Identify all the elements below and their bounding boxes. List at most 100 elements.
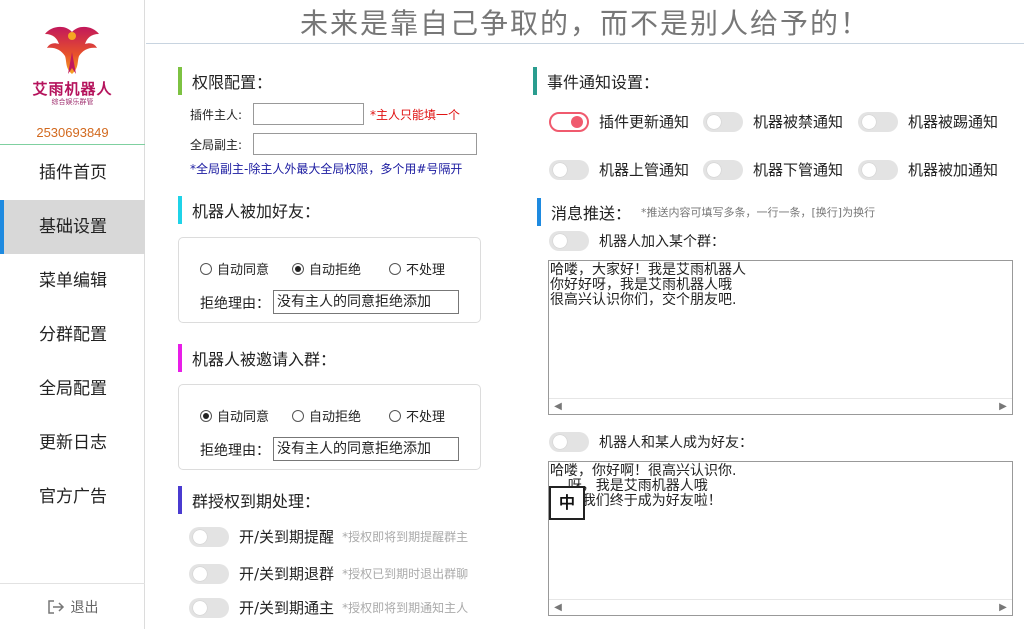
toggle-label: 机器人和某人成为好友： — [599, 435, 753, 451]
toggle-label: 机器上管通知 — [599, 161, 690, 179]
logout-icon — [47, 599, 64, 614]
sidebar-item-official-ads[interactable]: 官方广告 — [0, 470, 145, 524]
logout-button[interactable]: 退出 — [0, 583, 145, 629]
friend-add-radio-ignore[interactable]: 不处理 — [389, 259, 445, 278]
qq-number: 2530693849 — [36, 125, 109, 140]
sidebar-item-global-config[interactable]: 全局配置 — [0, 362, 145, 416]
toggle-switch — [549, 231, 589, 251]
sidebar-item-changelog[interactable]: 更新日志 — [0, 416, 145, 470]
toggle-label: 开/关到期退群 — [239, 565, 335, 583]
join-group-message-textarea[interactable]: 哈喽，大家好！我是艾雨机器人 你好好呀，我是艾雨机器人哦 很高兴认识你们，交个朋… — [548, 260, 1013, 415]
radio-circle — [292, 409, 304, 422]
permission-section-title: 权限配置： — [178, 67, 272, 95]
section-bar — [178, 344, 182, 372]
radio-circle — [292, 262, 304, 275]
scroll-right-icon[interactable]: ▶ — [996, 400, 1010, 414]
toggle-switch — [189, 526, 229, 547]
friend-add-radio-reject[interactable]: 自动拒绝 — [292, 259, 361, 278]
events-title: 事件通知设置： — [547, 73, 660, 92]
group-invite-reason-label: 拒绝理由： — [200, 443, 270, 459]
expiry-section-title: 群授权到期处理： — [178, 486, 320, 514]
ime-indicator[interactable]: 中 — [549, 486, 585, 520]
logout-label: 退出 — [70, 599, 99, 616]
friend-add-reason-label: 拒绝理由： — [200, 296, 270, 312]
sidebar-item-group-config[interactable]: 分群配置 — [0, 308, 145, 362]
sidebar-nav: 插件首页 基础设置 菜单编辑 分群配置 全局配置 更新日志 官方广告 — [0, 146, 145, 524]
toggle-label: 机器被加通知 — [908, 161, 999, 179]
push-hint: *推送内容可填写多条，一行一条，[换行]为换行 — [641, 206, 876, 219]
push-title: 消息推送： — [551, 204, 632, 223]
friend-add-title: 机器人被加好友： — [192, 202, 321, 221]
friend-add-reason-input[interactable]: 没有主人的同意拒绝添加 — [273, 290, 459, 314]
event-bot-added-toggle[interactable]: 机器被加通知 — [858, 159, 998, 180]
event-bot-admin-down-toggle[interactable]: 机器下管通知 — [703, 159, 843, 180]
section-bar — [537, 198, 541, 226]
horizontal-scrollbar[interactable]: ◀ ▶ — [549, 398, 1012, 414]
section-bar — [178, 486, 182, 514]
permission-title: 权限配置： — [192, 73, 273, 92]
owner-input[interactable] — [253, 103, 364, 125]
toggle-switch — [549, 432, 589, 452]
group-invite-radio-reject[interactable]: 自动拒绝 — [292, 406, 361, 425]
logo-subtitle: 综合娱乐群管 — [51, 98, 94, 106]
app-window: 艾雨机器人 综合娱乐群管 2530693849 插件首页 基础设置 菜单编辑 分… — [0, 0, 1024, 629]
toggle-label: 插件更新通知 — [599, 113, 690, 131]
deputy-note: *全局副主-除主人外最大全局权限，多个用#号隔开 — [190, 162, 463, 176]
deputy-input[interactable] — [253, 133, 477, 155]
phoenix-logo-icon — [45, 26, 99, 74]
scroll-left-icon[interactable]: ◀ — [551, 400, 565, 414]
expiry-notify-owner-toggle[interactable]: 开/关到期通主 *授权即将到期通知主人 — [189, 597, 468, 618]
radio-circle — [200, 409, 212, 422]
toggle-label: 机器下管通知 — [753, 161, 844, 179]
event-plugin-update-toggle[interactable]: 插件更新通知 — [549, 111, 689, 132]
radio-label: 自动同意 — [217, 263, 270, 278]
page-title: 未来是靠自己争取的，而不是别人给予的！ — [146, 0, 1024, 44]
friend-add-radio-agree[interactable]: 自动同意 — [200, 259, 269, 278]
toggle-switch — [549, 159, 589, 180]
toggle-switch — [703, 159, 743, 180]
push-join-group-toggle[interactable]: 机器人加入某个群： — [549, 231, 725, 251]
toggle-switch — [703, 111, 743, 132]
push-new-friend-toggle[interactable]: 机器人和某人成为好友： — [549, 432, 753, 452]
toggle-label: 开/关到期提醒 — [239, 528, 335, 546]
sidebar: 艾雨机器人 综合娱乐群管 2530693849 插件首页 基础设置 菜单编辑 分… — [0, 0, 145, 629]
radio-label: 不处理 — [406, 263, 446, 278]
radio-label: 自动同意 — [217, 410, 270, 425]
toggle-switch — [189, 563, 229, 584]
expiry-remind-toggle[interactable]: 开/关到期提醒 *授权即将到期提醒群主 — [189, 526, 468, 547]
section-bar — [178, 67, 182, 95]
toggle-switch — [858, 111, 898, 132]
group-invite-radio-ignore[interactable]: 不处理 — [389, 406, 445, 425]
group-invite-radio-agree[interactable]: 自动同意 — [200, 406, 269, 425]
sidebar-item-basic-settings[interactable]: 基础设置 — [0, 200, 145, 254]
logo-name: 艾雨机器人 — [32, 80, 113, 98]
textarea-content: 哈喽，大家好！我是艾雨机器人 你好好呀，我是艾雨机器人哦 很高兴认识你们，交个朋… — [550, 262, 746, 308]
horizontal-scrollbar[interactable]: ◀ ▶ — [549, 599, 1012, 615]
new-friend-message-textarea[interactable]: 哈喽，你好啊！很高兴认识你. 呀，我是艾雨机器人哦 ，我们终于成为好友啦！ ◀ … — [548, 461, 1013, 616]
scroll-left-icon[interactable]: ◀ — [551, 601, 565, 615]
owner-note: *主人只能填一个 — [370, 108, 461, 122]
group-invite-box: 自动同意 自动拒绝 不处理 拒绝理由： 没有主人的同意拒绝添加 — [178, 384, 481, 470]
toggle-switch — [189, 597, 229, 618]
expiry-title: 群授权到期处理： — [192, 492, 321, 511]
friend-add-box: 自动同意 自动拒绝 不处理 拒绝理由： 没有主人的同意拒绝添加 — [178, 237, 481, 323]
event-bot-kicked-toggle[interactable]: 机器被踢通知 — [858, 111, 998, 132]
radio-label: 自动拒绝 — [309, 263, 362, 278]
group-invite-reason-input[interactable]: 没有主人的同意拒绝添加 — [273, 437, 459, 461]
section-bar — [178, 196, 182, 224]
toggle-label: 机器被踢通知 — [908, 113, 999, 131]
radio-circle — [200, 262, 212, 275]
sidebar-item-plugin-home[interactable]: 插件首页 — [0, 146, 145, 200]
toggle-note: *授权即将到期提醒群主 — [342, 530, 469, 544]
scroll-right-icon[interactable]: ▶ — [996, 601, 1010, 615]
toggle-note: *授权即将到期通知主人 — [342, 601, 469, 615]
radio-circle — [389, 409, 401, 422]
owner-label: 插件主人: — [190, 108, 243, 122]
sidebar-item-menu-edit[interactable]: 菜单编辑 — [0, 254, 145, 308]
expiry-leave-toggle[interactable]: 开/关到期退群 *授权已到期时退出群聊 — [189, 563, 468, 584]
event-bot-admin-up-toggle[interactable]: 机器上管通知 — [549, 159, 689, 180]
toggle-switch — [549, 111, 589, 132]
toggle-label: 开/关到期通主 — [239, 599, 335, 617]
group-invite-section-title: 机器人被邀请入群： — [178, 344, 336, 372]
event-bot-muted-toggle[interactable]: 机器被禁通知 — [703, 111, 843, 132]
